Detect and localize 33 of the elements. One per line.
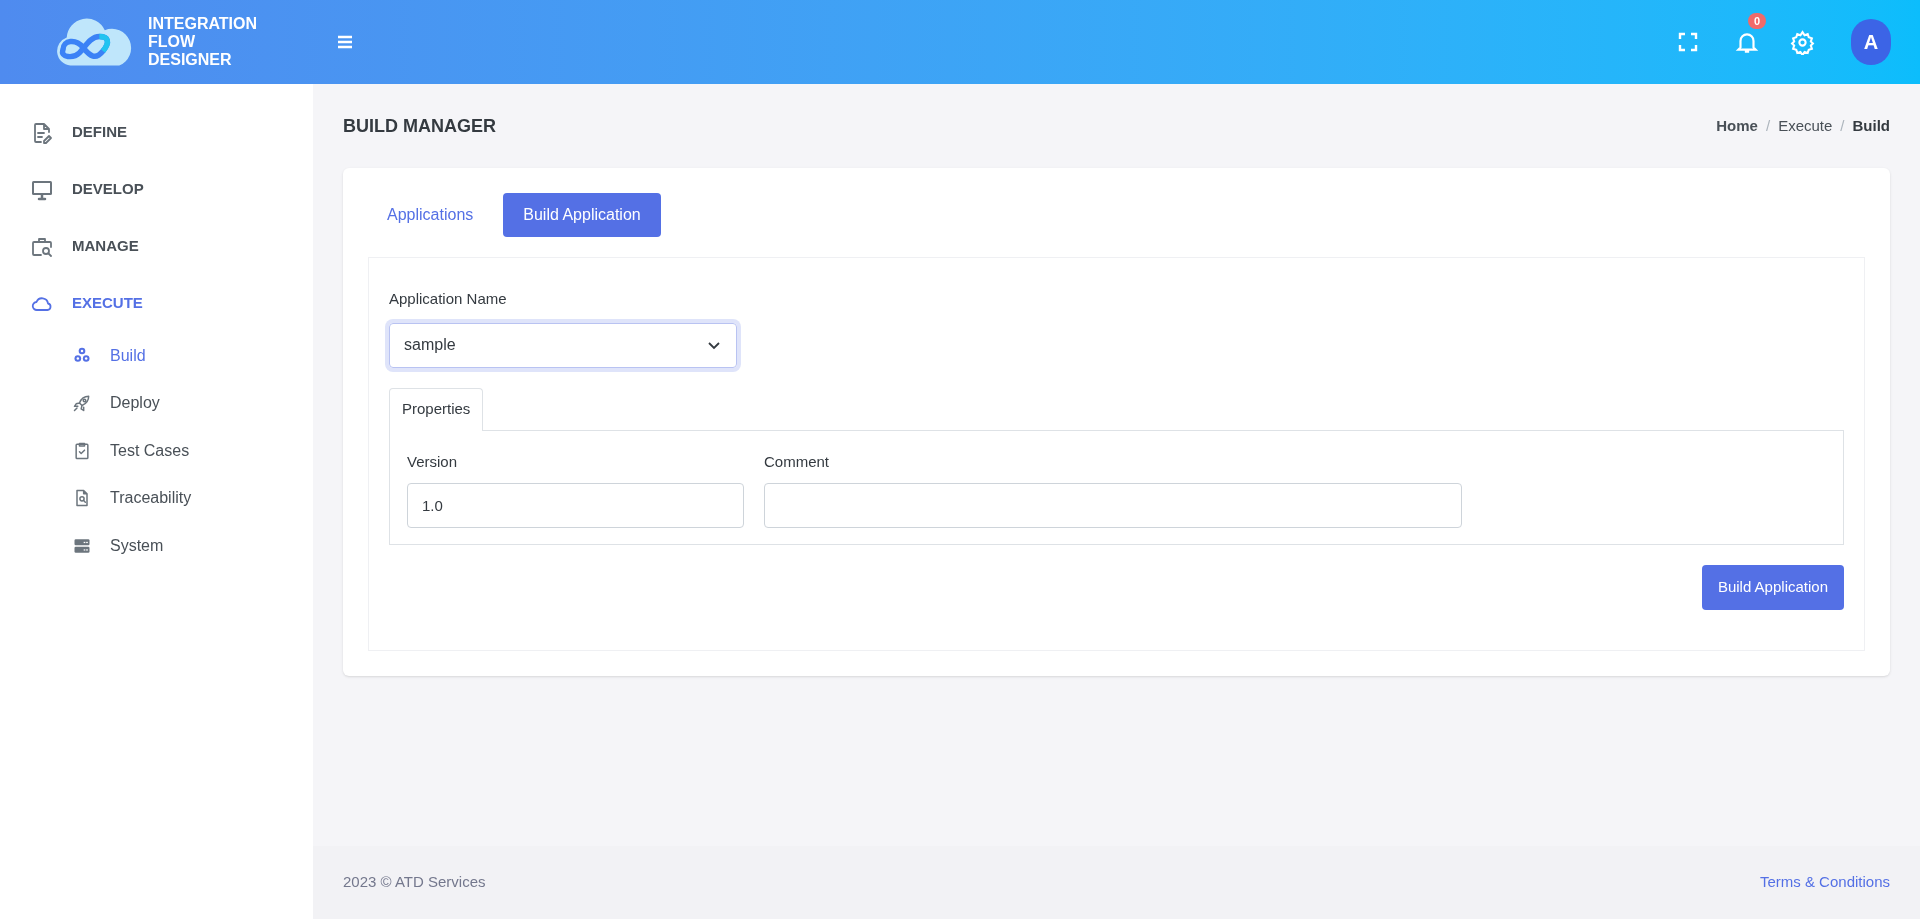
field-label: Application Name: [389, 289, 508, 309]
nav-subitem[interactable]: Traceability: [0, 474, 313, 522]
breadcrumb-link[interactable]: Home: [1716, 114, 1758, 138]
tab[interactable]: Applications: [367, 193, 494, 237]
nav-item[interactable]: DEVELOP: [0, 161, 313, 218]
clipboard-check-icon: [72, 440, 92, 461]
settings-icon[interactable]: [1790, 29, 1815, 55]
breadcrumb-link[interactable]: Execute: [1778, 114, 1833, 138]
text-field[interactable]: 1.0: [407, 483, 744, 528]
text-field[interactable]: [764, 483, 1462, 528]
copyright-text: 2023 © ATD Services: [343, 872, 486, 893]
rocket-icon: [72, 393, 92, 414]
nav-subitem[interactable]: Test Cases: [0, 427, 313, 475]
breadcrumb-separator: /: [1765, 115, 1771, 136]
build-application-button[interactable]: Build Application: [1701, 565, 1844, 610]
field-label: Version: [407, 451, 459, 472]
page-title: BUILD MANAGER: [343, 114, 496, 138]
nav-subitem[interactable]: Deploy: [0, 379, 313, 427]
user-avatar[interactable]: A: [1851, 19, 1891, 65]
breadcrumb-separator: /: [1840, 115, 1845, 136]
tab[interactable]: Properties: [389, 387, 484, 431]
tab[interactable]: Build Application: [503, 193, 661, 237]
terms-link[interactable]: Terms & Conditions: [1759, 871, 1890, 894]
nav-subitem[interactable]: Build: [0, 332, 313, 380]
nav-item[interactable]: EXECUTE: [0, 275, 313, 332]
nav-subitem[interactable]: System: [0, 522, 313, 570]
field-label: Comment: [764, 451, 831, 472]
fullscreen-icon[interactable]: [1676, 30, 1700, 54]
app-name: INTEGRATION FLOW DESIGNER: [148, 15, 259, 69]
breadcrumb-link[interactable]: Build: [1852, 114, 1890, 138]
nav-item[interactable]: DEFINE: [0, 104, 313, 161]
nav-item[interactable]: MANAGE: [0, 218, 313, 275]
notification-count: 0: [1748, 13, 1767, 29]
